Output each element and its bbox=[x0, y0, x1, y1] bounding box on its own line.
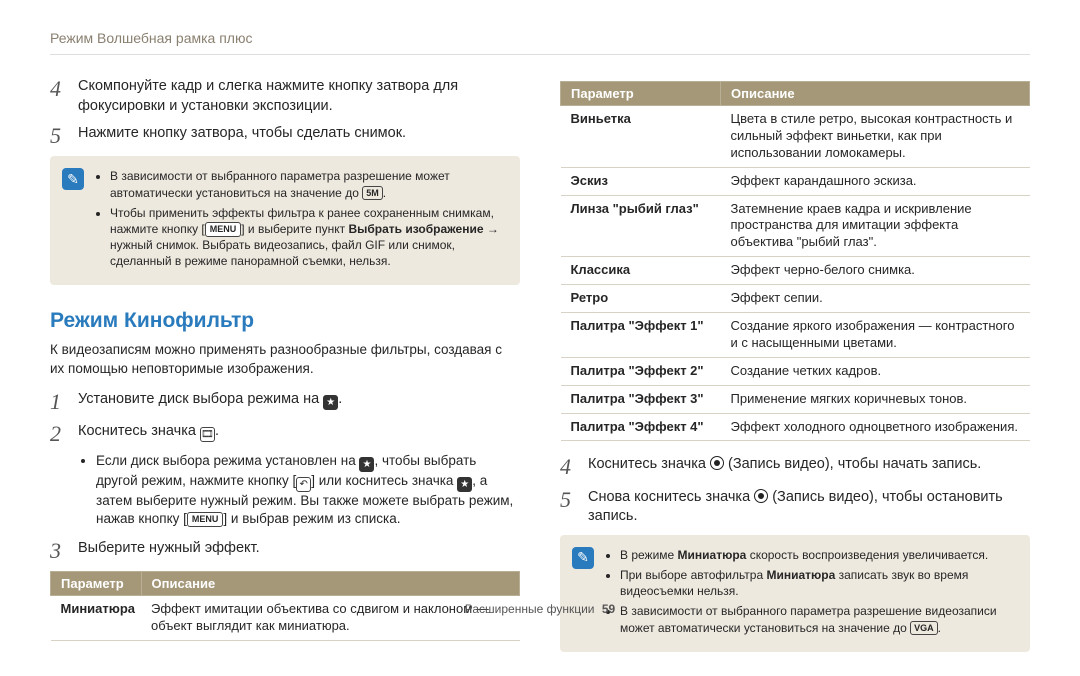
mode-dial-icon: ★ bbox=[359, 457, 374, 472]
effects-table-right: Параметр Описание ВиньеткаЦвета в стиле … bbox=[560, 81, 1030, 441]
step-text: Коснитесь значка 🎞. bbox=[78, 422, 219, 446]
table-header-desc: Описание bbox=[141, 571, 519, 595]
step-number-4: 4 bbox=[560, 455, 578, 479]
right-column: Параметр Описание ВиньеткаЦвета в стиле … bbox=[560, 77, 1030, 676]
back-button-icon: ↶ bbox=[296, 477, 311, 492]
table-row: Палитра "Эффект 1"Создание яркого изобра… bbox=[561, 313, 1030, 358]
note-icon: ✎ bbox=[572, 547, 594, 569]
menu-button-icon: MENU bbox=[205, 222, 242, 237]
table-header-param: Параметр bbox=[561, 82, 721, 106]
table-row: Линза "рыбий глаз"Затемнение краев кадра… bbox=[561, 195, 1030, 257]
table-row: Палитра "Эффект 3"Применение мягких кори… bbox=[561, 385, 1030, 413]
step-text: Выберите нужный эффект. bbox=[78, 539, 260, 563]
step-text: Коснитесь значка (Запись видео), чтобы н… bbox=[588, 455, 981, 479]
table-row: КлассикаЭффект черно-белого снимка. bbox=[561, 257, 1030, 285]
table-row: ВиньеткаЦвета в стиле ретро, высокая кон… bbox=[561, 106, 1030, 168]
step-number-4: 4 bbox=[50, 77, 68, 116]
section-title-movie-filter: Режим Кинофильтр bbox=[50, 309, 520, 333]
table-row: Палитра "Эффект 4"Эффект холодного одноц… bbox=[561, 413, 1030, 441]
step-number-1: 1 bbox=[50, 390, 68, 414]
menu-button-icon: MENU bbox=[187, 512, 224, 527]
table-header-param: Параметр bbox=[51, 571, 142, 595]
section-intro: К видеозаписям можно применять разнообра… bbox=[50, 341, 520, 377]
note-item: При выборе автофильтра Миниатюра записат… bbox=[620, 567, 1016, 599]
mode-dial-icon: ★ bbox=[323, 395, 338, 410]
note-item: Чтобы применить эффекты фильтра к ранее … bbox=[110, 205, 506, 270]
note-box: ✎ В режиме Миниатюра скорость воспроизве… bbox=[560, 535, 1030, 652]
table-header-desc: Описание bbox=[721, 82, 1030, 106]
step-number-5: 5 bbox=[50, 124, 68, 148]
note-item: В зависимости от выбранного параметра ра… bbox=[110, 168, 506, 200]
page-footer: Расширенные функции 59 bbox=[0, 602, 1080, 616]
step-text: Нажмите кнопку затвора, чтобы сделать сн… bbox=[78, 124, 406, 148]
record-icon bbox=[710, 456, 724, 470]
step-text: Снова коснитесь значка (Запись видео), ч… bbox=[588, 488, 1030, 527]
step-number-5: 5 bbox=[560, 488, 578, 527]
note-box: ✎ В зависимости от выбранного параметра … bbox=[50, 156, 520, 285]
table-row: РетроЭффект сепии. bbox=[561, 285, 1030, 313]
step-text: Скомпонуйте кадр и слегка нажмите кнопку… bbox=[78, 77, 520, 116]
mode-icon: ★ bbox=[457, 477, 472, 492]
note-item: В режиме Миниатюра скорость воспроизведе… bbox=[620, 547, 1016, 563]
resolution-5m-icon: 5M bbox=[362, 186, 383, 200]
record-icon bbox=[754, 489, 768, 503]
note-icon: ✎ bbox=[62, 168, 84, 190]
breadcrumb: Режим Волшебная рамка плюс bbox=[50, 30, 1030, 55]
table-row: ЭскизЭффект карандашного эскиза. bbox=[561, 167, 1030, 195]
step-number-2: 2 bbox=[50, 422, 68, 446]
left-column: 4 Скомпонуйте кадр и слегка нажмите кноп… bbox=[50, 77, 520, 676]
sub-bullet: Если диск выбора режима установлен на ★,… bbox=[96, 452, 520, 528]
movie-filter-icon: 🎞 bbox=[200, 427, 215, 442]
table-row: Палитра "Эффект 2"Создание четких кадров… bbox=[561, 357, 1030, 385]
step-number-3: 3 bbox=[50, 539, 68, 563]
resolution-vga-icon: VGA bbox=[910, 621, 938, 635]
step-text: Установите диск выбора режима на ★. bbox=[78, 390, 342, 414]
